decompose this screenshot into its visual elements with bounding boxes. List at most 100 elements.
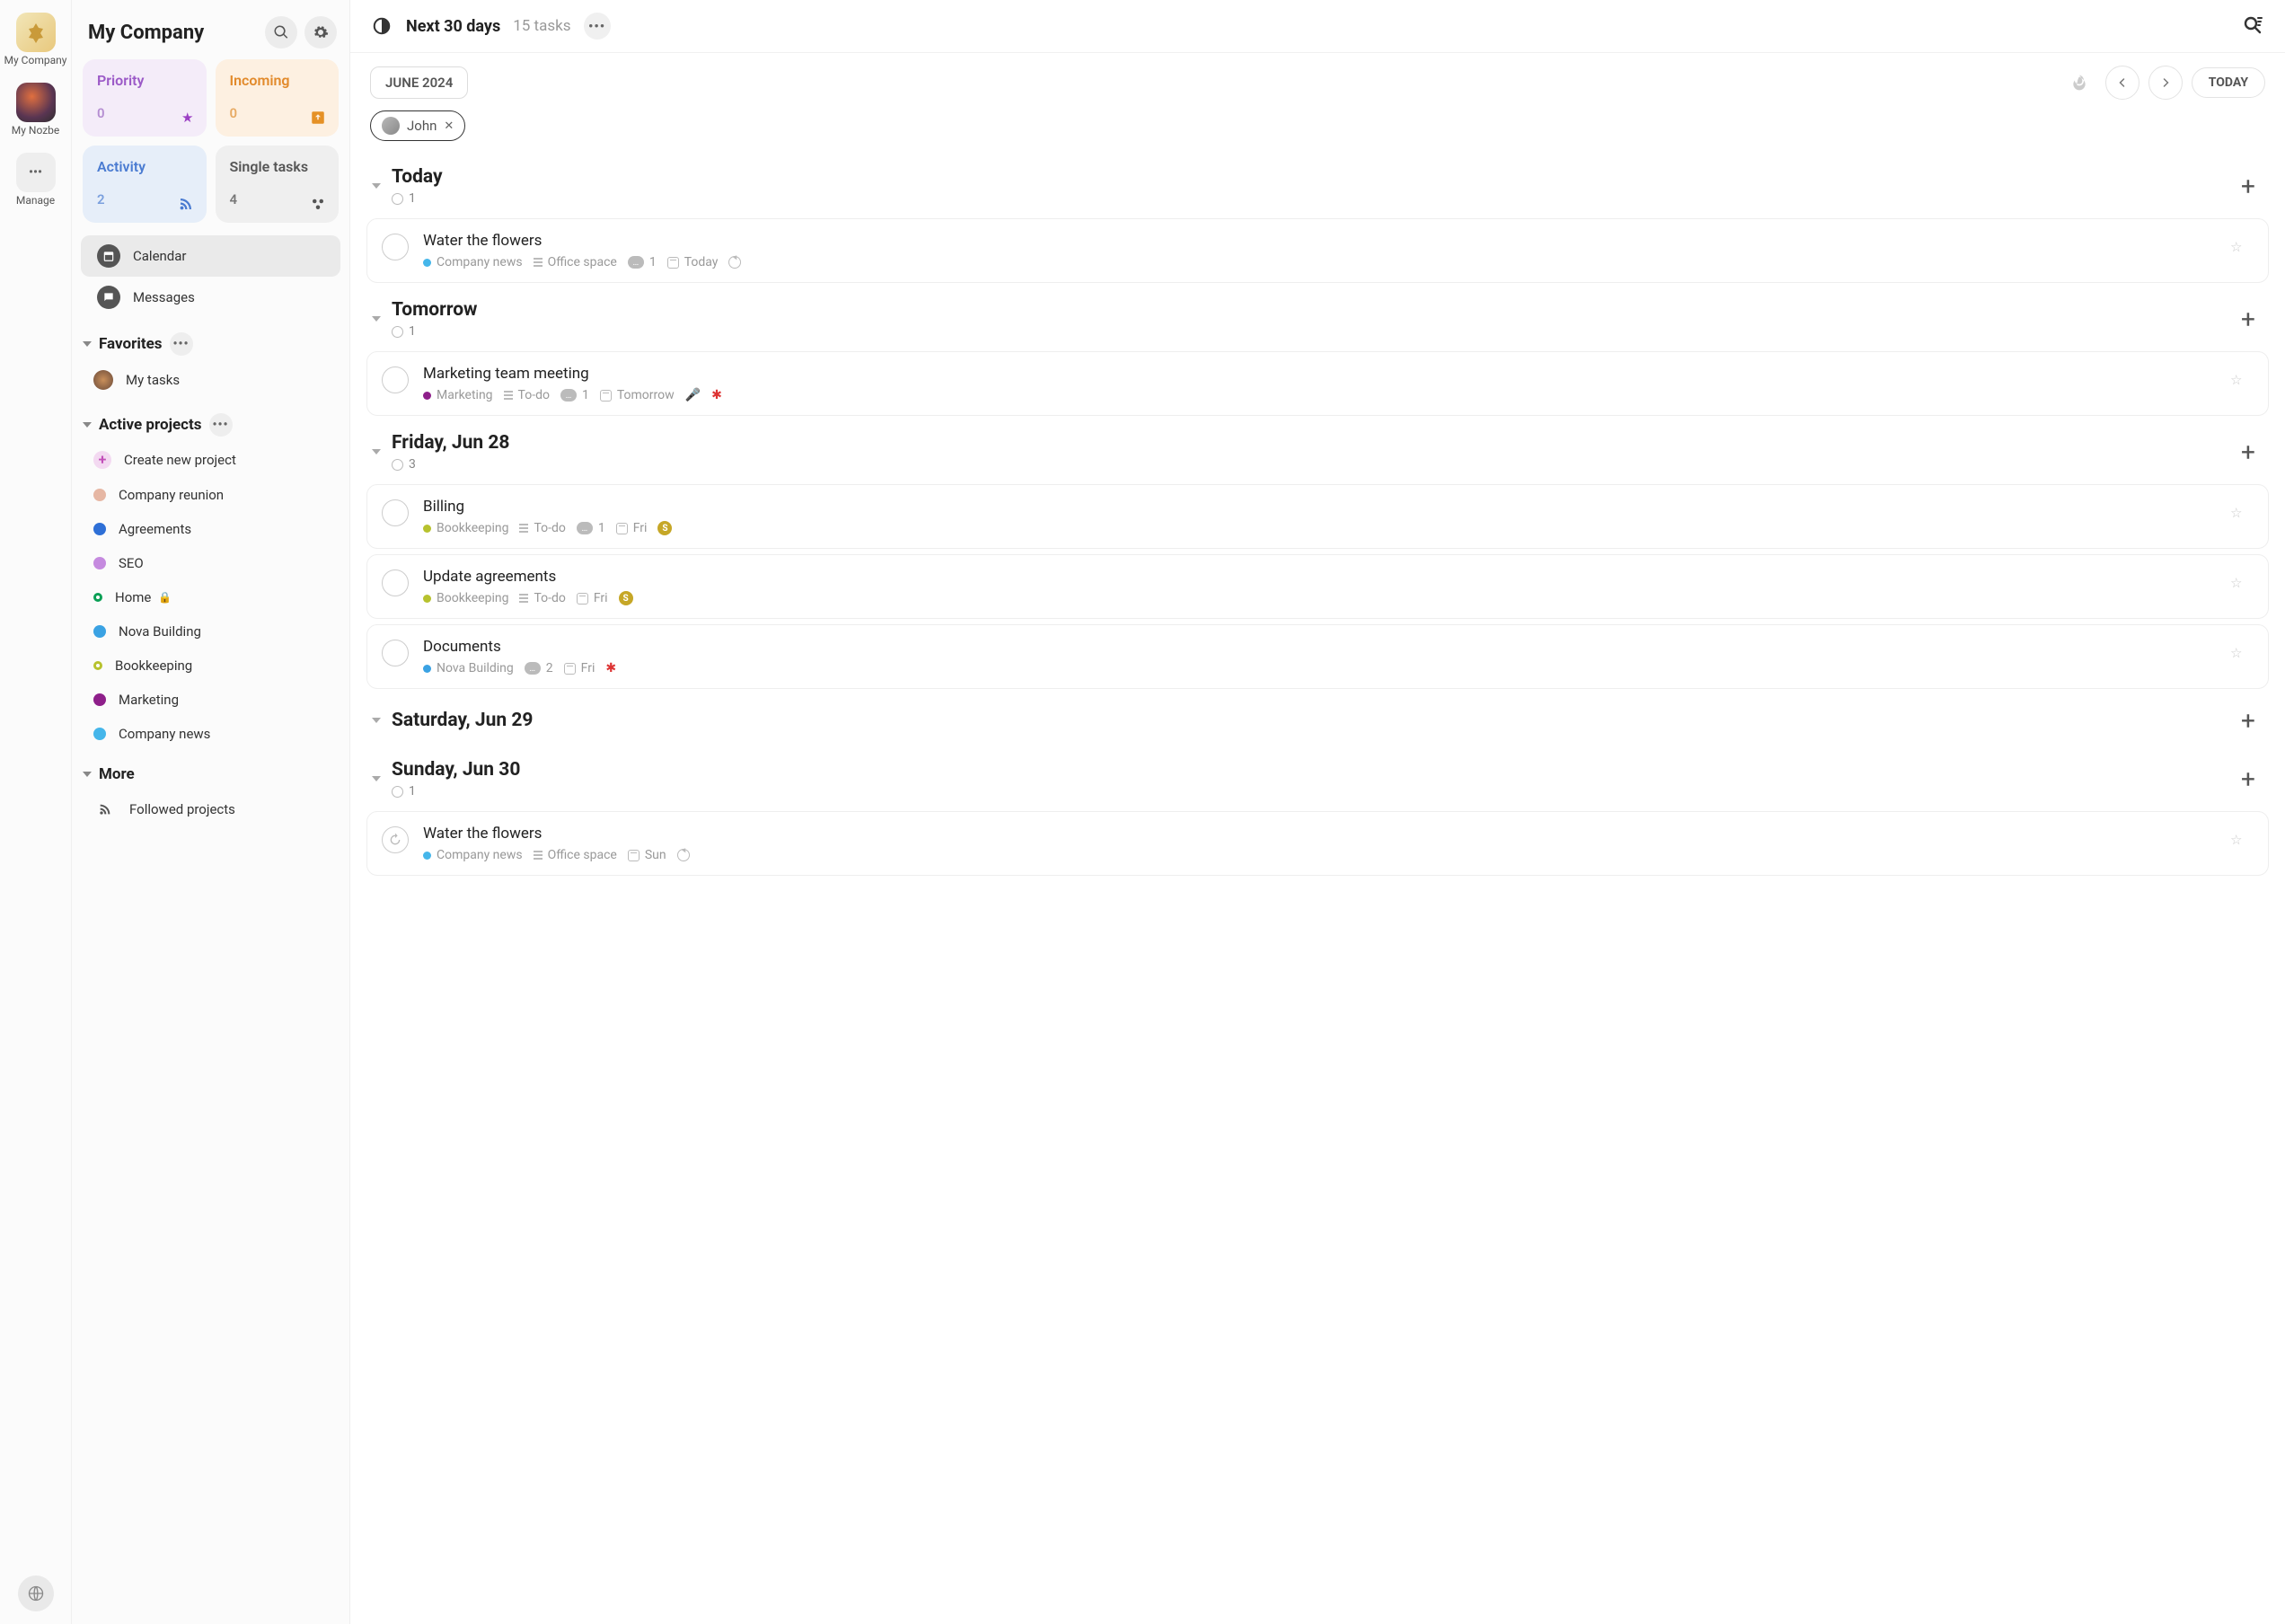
task-date[interactable]: Today — [667, 255, 719, 269]
star-button[interactable]: ☆ — [2230, 372, 2254, 395]
chevron-down-icon[interactable] — [372, 449, 381, 455]
favorites-item-mytasks[interactable]: My tasks — [72, 361, 349, 399]
task-checkbox[interactable] — [382, 826, 409, 853]
group-header[interactable]: Today1+ — [366, 155, 2269, 213]
task-comments[interactable]: …1 — [577, 521, 605, 535]
nav-calendar[interactable]: Calendar — [81, 235, 340, 277]
rail-item-nozbe[interactable]: My Nozbe — [0, 77, 71, 142]
task-checkbox[interactable] — [382, 366, 409, 393]
section-active-projects[interactable]: Active projects ••• — [72, 399, 349, 442]
add-task-button[interactable]: + — [2233, 763, 2263, 794]
task-title: Water the flowers — [423, 232, 2216, 250]
task-row[interactable]: Water the flowers Company news Office spac… — [366, 218, 2269, 283]
star-button[interactable]: ☆ — [2230, 832, 2254, 855]
project-item[interactable]: Agreements — [72, 512, 349, 546]
task-row[interactable]: Update agreementsBookkeepingTo-doFriS☆ — [366, 554, 2269, 619]
task-checkbox[interactable] — [382, 569, 409, 596]
streak-button[interactable] — [2062, 66, 2096, 100]
task-row[interactable]: BillingBookkeepingTo-do…1FriS☆ — [366, 484, 2269, 549]
task-project[interactable]: Bookkeeping — [423, 591, 508, 605]
favorites-more-button[interactable]: ••• — [170, 332, 193, 356]
chevron-down-icon[interactable] — [372, 776, 381, 781]
task-row[interactable]: Water the flowersCompany newsOffice spac… — [366, 811, 2269, 876]
rail-item-company[interactable]: My Company — [0, 7, 71, 72]
task-section[interactable]: Office space — [534, 848, 617, 862]
project-item[interactable]: Nova Building — [72, 614, 349, 649]
workspace-title: My Company — [88, 22, 204, 44]
task-row[interactable]: DocumentsNova Building…2Fri✱☆ — [366, 624, 2269, 689]
task-checkbox[interactable] — [382, 234, 409, 260]
project-item[interactable]: Company reunion — [72, 478, 349, 512]
group-header[interactable]: Friday, Jun 283+ — [366, 421, 2269, 479]
task-project[interactable]: Nova Building — [423, 661, 514, 675]
task-project[interactable]: Marketing — [423, 388, 493, 402]
add-task-button[interactable]: + — [2233, 437, 2263, 467]
task-meta: BookkeepingTo-do…1FriS — [423, 521, 2216, 535]
card-priority[interactable]: Priority 0 ★ — [83, 59, 207, 137]
star-button[interactable]: ☆ — [2230, 575, 2254, 598]
task-project[interactable]: Bookkeeping — [423, 521, 508, 535]
task-date[interactable]: Sun — [628, 848, 666, 862]
search-icon — [273, 24, 289, 40]
chevron-down-icon[interactable] — [372, 718, 381, 723]
star-button[interactable]: ☆ — [2230, 239, 2254, 262]
task-section[interactable]: Office space — [534, 255, 617, 269]
group-header[interactable]: Tomorrow1+ — [366, 288, 2269, 346]
project-item[interactable]: Company news — [72, 717, 349, 751]
task-checkbox[interactable] — [382, 640, 409, 666]
rail-item-manage[interactable]: ••• Manage — [0, 147, 71, 212]
filter-chip-person[interactable]: John ✕ — [370, 110, 465, 141]
task-row[interactable]: Marketing team meetingMarketingTo-do…1To… — [366, 351, 2269, 416]
group-header[interactable]: Saturday, Jun 29 + — [366, 694, 2269, 743]
task-project[interactable]: Company news — [423, 848, 523, 862]
prev-button[interactable] — [2105, 66, 2139, 100]
group-title: Saturday, Jun 29 — [392, 710, 533, 731]
section-favorites[interactable]: Favorites ••• — [72, 318, 349, 361]
add-task-button[interactable]: + — [2233, 171, 2263, 201]
topbar: Next 30 days 15 tasks ••• — [350, 0, 2285, 53]
task-date[interactable]: Tomorrow — [600, 388, 675, 402]
add-task-button[interactable]: + — [2233, 705, 2263, 736]
project-item[interactable]: Home🔒 — [72, 580, 349, 614]
chevron-down-icon[interactable] — [372, 316, 381, 322]
star-button[interactable]: ☆ — [2230, 645, 2254, 668]
filter-button[interactable] — [2242, 14, 2265, 38]
task-checkbox[interactable] — [382, 499, 409, 526]
nav-messages[interactable]: Messages — [81, 277, 340, 318]
task-section[interactable]: To-do — [519, 591, 565, 605]
projects-more-button[interactable]: ••• — [209, 413, 233, 437]
task-date[interactable]: Fri — [564, 661, 596, 675]
card-activity[interactable]: Activity 2 — [83, 146, 207, 223]
project-item[interactable]: SEO — [72, 546, 349, 580]
view-more-button[interactable]: ••• — [584, 13, 611, 40]
settings-button[interactable] — [304, 16, 337, 49]
today-button[interactable]: TODAY — [2192, 67, 2265, 98]
group-header[interactable]: Sunday, Jun 301+ — [366, 748, 2269, 806]
layout-toggle-button[interactable] — [370, 14, 393, 38]
month-pill[interactable]: JUNE 2024 — [370, 66, 468, 99]
task-section[interactable]: To-do — [504, 388, 550, 402]
create-project-button[interactable]: + Create new project — [72, 442, 349, 478]
star-button[interactable]: ☆ — [2230, 505, 2254, 528]
section-more[interactable]: More — [72, 751, 349, 789]
next-button[interactable] — [2148, 66, 2183, 100]
task-project[interactable]: Company news — [423, 255, 523, 269]
chevron-down-icon[interactable] — [372, 183, 381, 189]
project-item[interactable]: Bookkeeping — [72, 649, 349, 683]
card-single-tasks[interactable]: Single tasks 4 — [216, 146, 340, 223]
add-task-button[interactable]: + — [2233, 304, 2263, 334]
task-date[interactable]: Fri — [616, 521, 648, 535]
search-button[interactable] — [265, 16, 297, 49]
task-comments[interactable]: …1 — [560, 388, 589, 402]
flag-icon: ✱ — [711, 388, 722, 402]
task-comments[interactable]: …1 — [628, 255, 657, 269]
task-date[interactable]: Fri — [577, 591, 608, 605]
followed-projects[interactable]: Followed projects — [72, 789, 349, 830]
task-count: 15 tasks — [513, 17, 570, 35]
project-item[interactable]: Marketing — [72, 683, 349, 717]
card-incoming[interactable]: Incoming 0 — [216, 59, 340, 137]
task-section[interactable]: To-do — [519, 521, 565, 535]
globe-button[interactable] — [18, 1575, 54, 1611]
close-icon[interactable]: ✕ — [444, 119, 454, 133]
task-comments[interactable]: …2 — [525, 661, 553, 675]
